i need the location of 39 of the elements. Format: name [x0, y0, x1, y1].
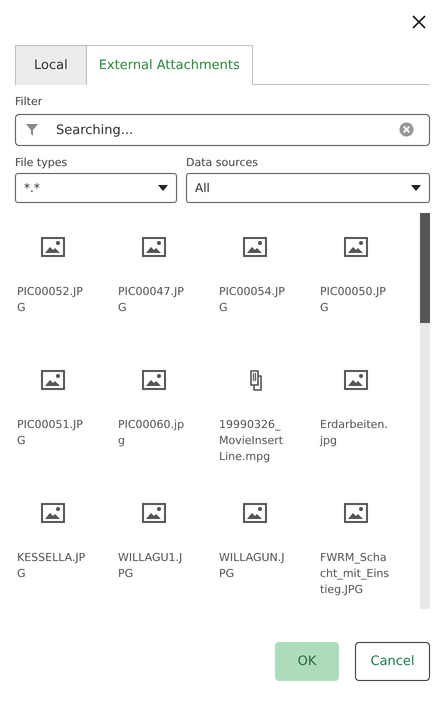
image-icon[interactable]: [243, 503, 267, 524]
file-name[interactable]: PIC00054.JPG: [219, 284, 289, 316]
image-icon[interactable]: [142, 237, 166, 258]
caret-icon: [158, 185, 168, 191]
scrollbar[interactable]: [420, 213, 430, 609]
file-name[interactable]: PIC00047.JPG: [118, 284, 188, 316]
file-types-label: File types: [15, 156, 68, 169]
file-name[interactable]: PIC00050.JPG: [320, 284, 390, 316]
file-name[interactable]: WILLAGU1.JPG: [118, 550, 188, 582]
file-types-dropdown[interactable]: *.*: [15, 173, 177, 203]
file-name[interactable]: FWRM_Schacht_mit_Einstieg.JPG: [320, 550, 390, 598]
image-icon[interactable]: [41, 503, 65, 524]
image-icon[interactable]: [41, 237, 65, 258]
cancel-button[interactable]: Cancel: [355, 642, 430, 681]
scrollbar-thumb[interactable]: [420, 213, 430, 323]
filter-field[interactable]: Searching...: [15, 114, 430, 146]
image-icon[interactable]: [344, 370, 368, 391]
tab[interactable]: Local: [15, 45, 87, 85]
file-name[interactable]: WILLAGUN.JPG: [219, 550, 289, 582]
file-name[interactable]: KESSELLA.JPG: [17, 550, 87, 582]
image-icon[interactable]: [142, 370, 166, 391]
file-name[interactable]: 19990326_MovieInsertLine.mpg: [219, 417, 289, 465]
clear-icon[interactable]: [399, 122, 414, 137]
caret-icon: [411, 185, 421, 191]
file-name[interactable]: PIC00060.jpg: [118, 417, 188, 449]
tab[interactable]: External Attachments: [86, 45, 253, 85]
data-sources-dropdown[interactable]: All: [186, 173, 430, 203]
file-name[interactable]: PIC00052.JPG: [17, 284, 87, 316]
image-icon[interactable]: [243, 237, 267, 258]
image-icon[interactable]: [344, 237, 368, 258]
close-icon[interactable]: [411, 14, 427, 30]
image-icon[interactable]: [41, 370, 65, 391]
filter-label: Filter: [15, 95, 44, 108]
image-icon[interactable]: [142, 503, 166, 524]
image-icon[interactable]: [344, 503, 368, 524]
file-name[interactable]: PIC00051.JPG: [17, 417, 87, 449]
filter-icon: [25, 123, 39, 137]
data-sources-label: Data sources: [186, 156, 260, 169]
file-name[interactable]: Erdarbeiten.jpg: [320, 417, 390, 449]
